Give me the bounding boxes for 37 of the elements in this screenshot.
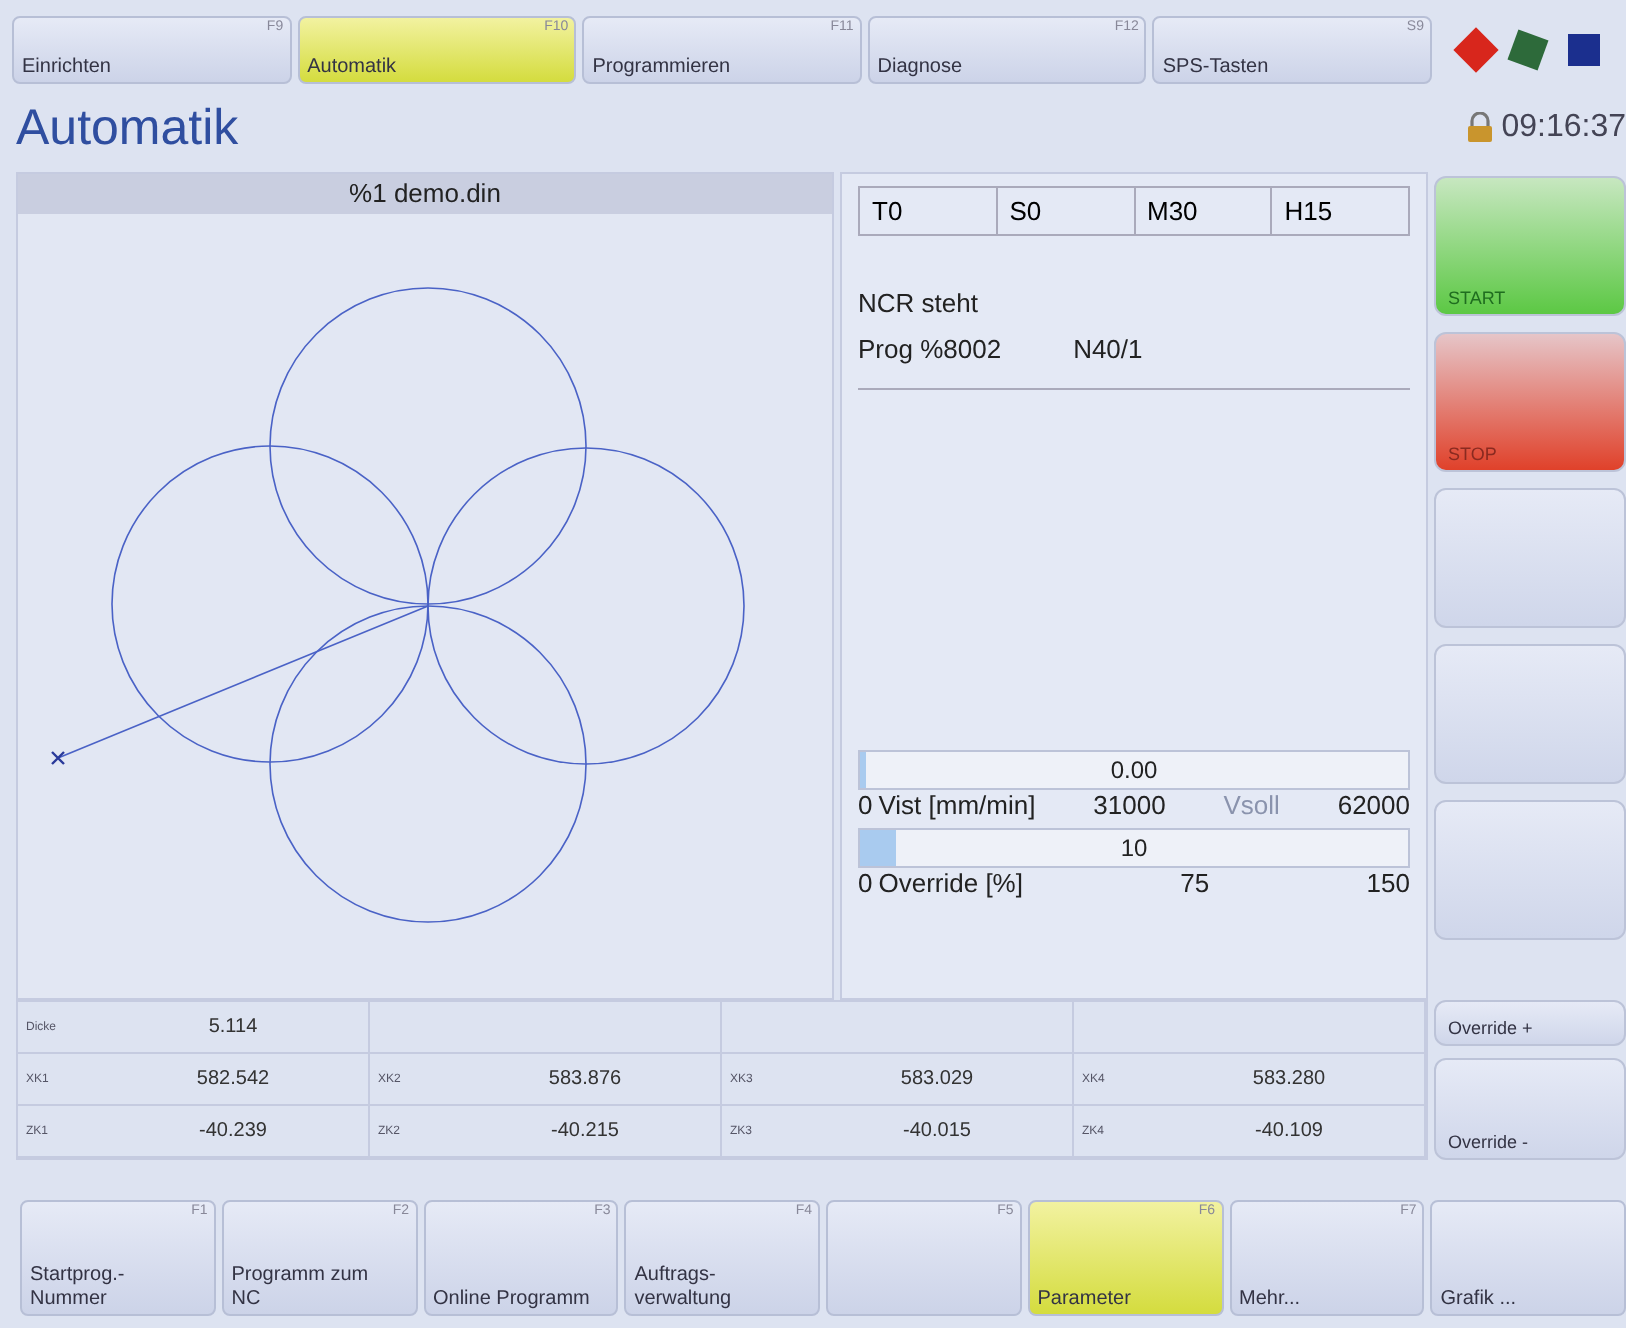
status-cell-text: H15 [1282,194,1335,230]
gauge-label: Override [%] [878,868,1023,898]
status-cell: S0 [997,188,1135,234]
axis-value: 583.876 [546,1068,624,1090]
status-cell: M30 [1135,188,1273,234]
lock-icon [1465,112,1494,144]
axis-value: -40.109 [1253,1120,1325,1142]
program-number: Prog %8002 [858,334,1002,364]
page-title: Automatik [16,99,241,157]
status-cell: T0 [860,188,998,234]
scale-min: 0 [858,790,873,820]
axis-value: -40.215 [549,1120,621,1142]
side-key[interactable] [1434,644,1626,784]
scale-mid: 31000 [1093,790,1166,820]
scale-min: 0 [858,868,873,898]
softkey[interactable]: Grafik ... [1430,1200,1626,1316]
side-key[interactable]: Override - [1434,1057,1626,1160]
side-key[interactable]: Override + [1434,1000,1626,1045]
scale-max: 150 [1366,868,1410,898]
axis-value: 5.114 [206,1016,260,1038]
axis-value: 582.542 [194,1068,272,1090]
program-title: %1 demo.din [18,174,832,214]
side-key[interactable] [1434,488,1626,628]
axis-value: 583.280 [1250,1068,1328,1090]
axis-value: -40.239 [197,1120,269,1142]
side-key[interactable] [1434,800,1626,940]
clock-time: 09:16:37 [1501,110,1626,146]
axis-value: 583.029 [898,1068,976,1090]
block-number: N40/1 [1073,334,1143,364]
scale-mid: 75 [1180,868,1210,898]
scale-max: 62000 [1337,790,1410,820]
nc-state: NCR steht [858,288,980,318]
gauge-value: 0.00 [1110,756,1158,784]
axis-value: -40.015 [901,1120,973,1142]
gauge-label: Vist [mm/min] [878,790,1036,820]
gauge-value: 10 [1120,834,1148,862]
gauge-caption: Vsoll [1223,790,1280,820]
